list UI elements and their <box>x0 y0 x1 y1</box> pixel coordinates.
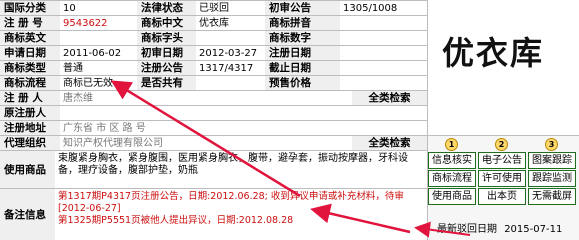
arrow-to-footer <box>414 221 471 238</box>
annotation-arrows <box>110 80 471 238</box>
arrow-to-notes <box>310 203 411 234</box>
arrow-to-status <box>110 80 301 198</box>
